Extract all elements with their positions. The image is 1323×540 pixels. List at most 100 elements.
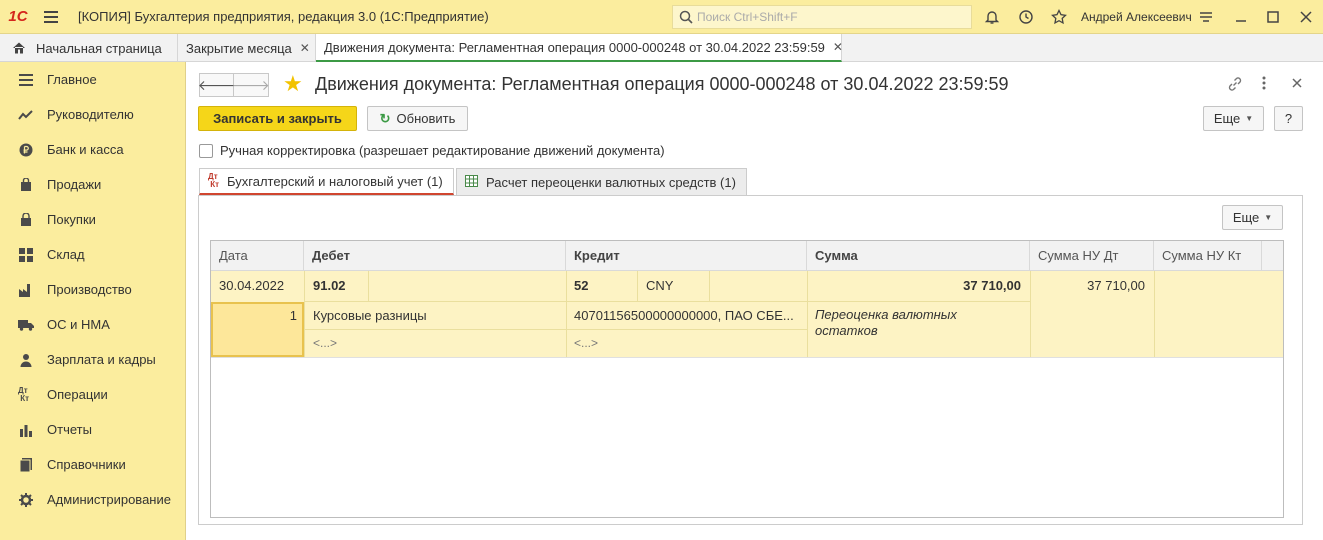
sidebar-item-label: Продажи [47, 177, 102, 192]
tab-accounting[interactable]: Дт Кт Бухгалтерский и налоговый учет (1) [199, 168, 454, 195]
row-credit-account[interactable]: 52 [574, 278, 588, 293]
sidebar-item-label: Банк и касса [47, 142, 124, 157]
close-icon[interactable]: ✕ [833, 40, 843, 54]
sidebar-item-warehouse[interactable]: Склад [0, 237, 185, 272]
sidebar-item-production[interactable]: Производство [0, 272, 185, 307]
refresh-button[interactable]: ↻ Обновить [367, 106, 468, 131]
sidebar-item-label: Зарплата и кадры [47, 352, 156, 367]
favorite-star-icon[interactable]: ★ [283, 72, 303, 96]
tab-home[interactable]: Начальная страница [0, 34, 178, 62]
column-header-debit[interactable]: Дебет [304, 241, 566, 271]
sidebar-item-label: Производство [47, 282, 132, 297]
column-header-date[interactable]: Дата [211, 241, 304, 271]
row-content[interactable]: Переоценка валютных остатков [815, 307, 965, 339]
save-and-close-button[interactable]: Записать и закрыть [198, 106, 357, 131]
trend-icon [18, 107, 34, 123]
sidebar-item-assets[interactable]: ОС и НМА [0, 307, 185, 342]
sidebar-item-operations[interactable]: Дт Кт Операции [0, 377, 185, 412]
forward-button[interactable]: 🡒 [232, 73, 270, 97]
arrow-left-icon: 🡐 [197, 76, 236, 93]
sidebar-item-admin[interactable]: Администрирование [0, 482, 185, 517]
close-icon[interactable]: ✕ [300, 41, 310, 55]
row-credit-currency[interactable]: CNY [646, 278, 673, 293]
more-button[interactable]: Еще ▼ [1203, 106, 1264, 131]
sidebar-item-label: Операции [47, 387, 108, 402]
table-more-button[interactable]: Еще ▼ [1222, 205, 1283, 230]
favorites-icon[interactable] [1050, 8, 1068, 26]
page-title: Движения документа: Регламентная операци… [315, 74, 1009, 94]
factory-icon [18, 282, 34, 298]
accounting-panel: Еще ▼ Дата Дебет Кредит Сумма Сумма НУ Д… [198, 195, 1303, 525]
gear-icon [18, 492, 34, 508]
sidebar-item-label: Склад [47, 247, 85, 262]
settings-menu-icon[interactable] [1197, 8, 1215, 26]
dtkt-icon: Дт Кт [18, 385, 30, 403]
more-actions-icon[interactable] [1262, 76, 1266, 93]
entries-table: Дата Дебет Кредит Сумма Сумма НУ Дт Сумм… [210, 240, 1284, 518]
row-debit-account[interactable]: 91.02 [313, 278, 346, 293]
bell-icon[interactable] [983, 8, 1001, 26]
column-header-sum-nu-kt[interactable]: Сумма НУ Кт [1154, 241, 1262, 271]
column-header-sum-nu-dt[interactable]: Сумма НУ Дт [1030, 241, 1154, 271]
row-date[interactable]: 30.04.2022 [219, 278, 284, 293]
app-logo[interactable]: 1С [0, 0, 36, 34]
row-sum-nu-dt[interactable]: 37 710,00 [1031, 278, 1145, 293]
warehouse-icon [18, 247, 34, 263]
sections-sidebar: Главное Руководителю Банк и касса Продаж… [0, 62, 186, 540]
minimize-icon[interactable] [1232, 8, 1250, 26]
sidebar-item-label: Главное [47, 72, 97, 87]
sidebar-item-sales[interactable]: Продажи [0, 167, 185, 202]
help-button[interactable]: ? [1274, 106, 1303, 131]
history-icon[interactable] [1017, 8, 1035, 26]
close-form-icon[interactable] [1291, 76, 1303, 92]
main-menu-button[interactable] [36, 0, 66, 34]
tab-label: Бухгалтерский и налоговый учет (1) [227, 173, 443, 189]
back-button[interactable]: 🡐 [197, 73, 236, 97]
manual-edit-option[interactable]: Ручная корректировка (разрешает редактир… [199, 143, 665, 158]
row-debit-subconto-2[interactable]: <...> [313, 336, 337, 350]
app-title: [КОПИЯ] Бухгалтерия предприятия, редакци… [78, 9, 489, 24]
book-icon [18, 457, 34, 473]
ruble-icon [18, 142, 34, 158]
link-icon[interactable] [1227, 76, 1243, 95]
row-sum[interactable]: 37 710,00 [911, 278, 1021, 293]
row-credit-subconto-1[interactable]: 40701156500000000000, ПАО СБЕ... [574, 308, 802, 323]
sidebar-item-salary[interactable]: Зарплата и кадры [0, 342, 185, 377]
tab-month-close[interactable]: Закрытие месяца ✕ [178, 34, 316, 62]
cart-icon [18, 212, 34, 228]
user-name[interactable]: Андрей Алексеевич [1081, 10, 1192, 24]
tab-document-movements[interactable]: Движения документа: Регламентная операци… [316, 34, 843, 62]
tab-label: Начальная страница [36, 40, 162, 56]
sidebar-item-catalogs[interactable]: Справочники [0, 447, 185, 482]
sidebar-item-purchases[interactable]: Покупки [0, 202, 185, 237]
register-tabs: Дт Кт Бухгалтерский и налоговый учет (1)… [199, 168, 749, 196]
refresh-icon: ↻ [379, 110, 391, 126]
sidebar-item-bank[interactable]: Банк и касса [0, 132, 185, 167]
sidebar-item-main[interactable]: Главное [0, 62, 185, 97]
manual-edit-checkbox[interactable] [199, 143, 213, 158]
sidebar-item-reports[interactable]: Отчеты [0, 412, 185, 447]
close-window-icon[interactable] [1297, 8, 1315, 26]
sidebar-item-label: Справочники [47, 457, 126, 472]
search-input[interactable] [697, 10, 957, 24]
maximize-icon[interactable] [1264, 8, 1282, 26]
tab-label: Движения документа: Регламентная операци… [324, 39, 825, 55]
row-credit-subconto-2[interactable]: <...> [574, 336, 598, 350]
sidebar-item-label: Отчеты [47, 422, 92, 437]
search-box[interactable] [672, 5, 972, 29]
sidebar-item-label: Руководителю [47, 107, 134, 122]
column-header-sum[interactable]: Сумма [807, 241, 1030, 271]
row-debit-subconto-1[interactable]: Курсовые разницы [313, 308, 427, 323]
column-header-credit[interactable]: Кредит [566, 241, 807, 271]
home-icon [12, 41, 26, 55]
bag-icon [18, 177, 34, 193]
sidebar-item-manager[interactable]: Руководителю [0, 97, 185, 132]
sidebar-item-label: Администрирование [47, 492, 171, 507]
more-label: Еще [1232, 210, 1260, 225]
tab-currency-revaluation[interactable]: Расчет переоценки валютных средств (1) [456, 168, 747, 195]
column-header-filler [1262, 241, 1283, 271]
barchart-icon [18, 422, 34, 438]
title-bar: 1С [КОПИЯ] Бухгалтерия предприятия, реда… [0, 0, 1323, 34]
refresh-label: Обновить [396, 111, 456, 126]
tab-label: Расчет переоценки валютных средств (1) [486, 174, 736, 190]
